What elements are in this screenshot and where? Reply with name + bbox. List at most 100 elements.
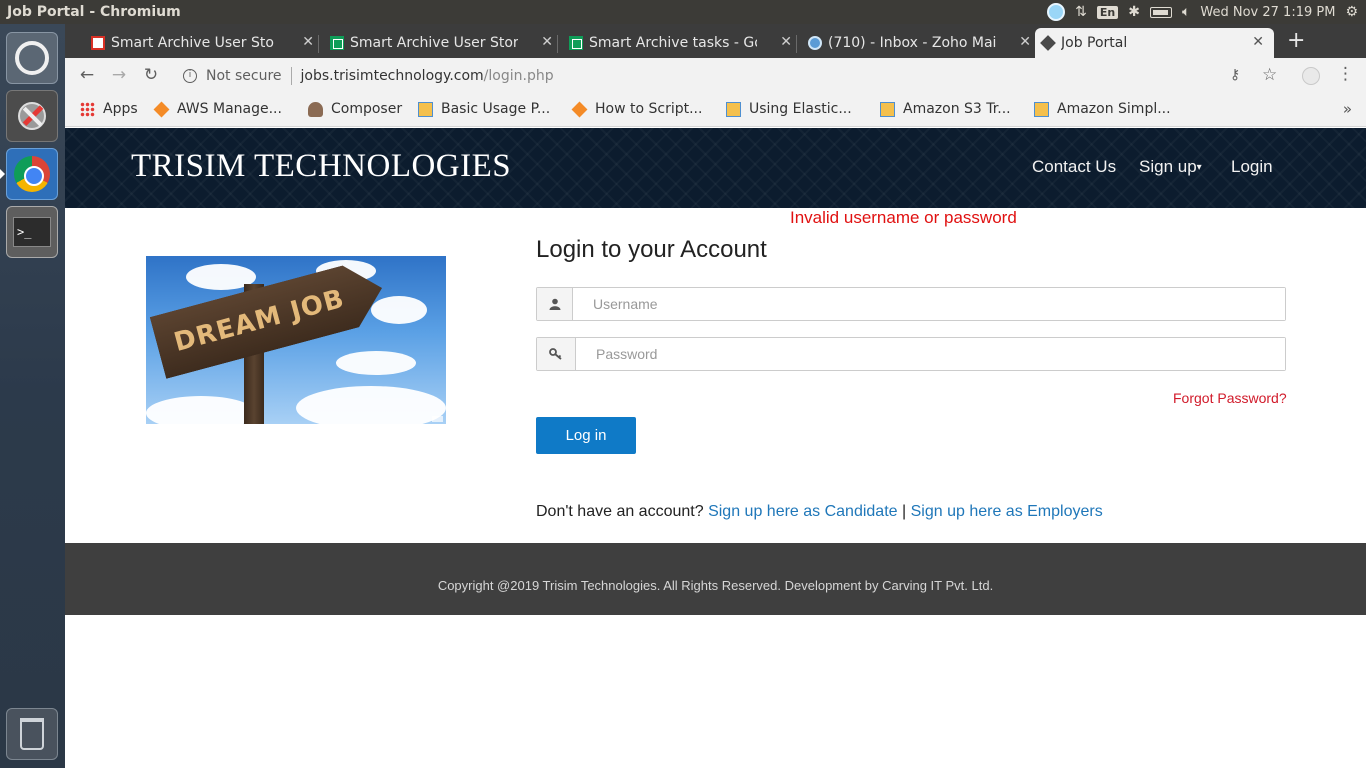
- tab-label: Smart Archive User Sto: [111, 35, 274, 51]
- site-footer: Copyright @2019 Trisim Technologies. All…: [65, 543, 1366, 615]
- ubuntu-logo-icon: [15, 41, 49, 75]
- tab-separator: [318, 35, 319, 53]
- info-icon[interactable]: i: [183, 69, 197, 83]
- system-top-panel: Job Portal - Chromium ⇅ En ✱ 🔈︎ Wed Nov …: [0, 0, 1366, 24]
- cloud-shape: [336, 351, 416, 375]
- browser-tab-strip: Smart Archive User Sto ✕ Smart Archive U…: [65, 24, 1366, 58]
- volume-icon[interactable]: 🔈︎: [1182, 4, 1190, 20]
- nav-login[interactable]: Login: [1231, 157, 1273, 177]
- image-watermark: [431, 416, 443, 422]
- bookmark-aws-manage[interactable]: AWS Manage...: [153, 101, 282, 117]
- bookmark-star-icon[interactable]: ☆: [1262, 65, 1277, 85]
- wrench-screwdriver-icon: [18, 102, 46, 130]
- system-gear-icon[interactable]: ⚙: [1345, 4, 1358, 20]
- tab-sheets-user-stories[interactable]: Smart Archive User Storie ✕: [324, 28, 563, 58]
- terminal-launcher[interactable]: >_: [6, 206, 58, 258]
- clock[interactable]: Wed Nov 27 1:19 PM: [1200, 5, 1335, 20]
- package-icon: [418, 101, 433, 117]
- forgot-password-link[interactable]: Forgot Password?: [1173, 390, 1287, 406]
- signup-prompt: Don't have an account? Sign up here as C…: [536, 503, 1103, 521]
- tab-zoho-mail[interactable]: (710) - Inbox - Zoho Mail (s ✕: [802, 28, 1041, 58]
- dream-job-image: DREAM JOB: [146, 256, 446, 424]
- address-bar[interactable]: i Not secure jobs.trisimtechnology.com /…: [175, 61, 1285, 91]
- sign-text: DREAM JOB: [170, 283, 348, 358]
- ubuntu-dash-button[interactable]: [6, 32, 58, 84]
- network-arrows-icon[interactable]: ⇅: [1075, 4, 1087, 20]
- bookmark-amazon-s3[interactable]: Amazon S3 Tr...: [880, 101, 1011, 117]
- skype-tray-icon[interactable]: [1047, 3, 1066, 21]
- aws-icon: [571, 101, 588, 117]
- bookmark-using-elastic[interactable]: Using Elastic...: [726, 101, 852, 117]
- cloud-shape: [371, 296, 427, 324]
- username-input[interactable]: [573, 288, 1285, 320]
- trash-icon: [20, 718, 44, 750]
- battery-icon[interactable]: [1149, 6, 1172, 18]
- bookmark-label: Using Elastic...: [749, 101, 852, 117]
- bluetooth-icon[interactable]: ✱: [1128, 4, 1140, 20]
- chromium-launcher[interactable]: [6, 148, 58, 200]
- password-input-group: [536, 337, 1286, 371]
- browser-toolbar: ← → ↻ i Not secure jobs.trisimtechnology…: [65, 58, 1366, 94]
- key-icon[interactable]: ⚷: [1230, 67, 1240, 83]
- bookmark-how-to-script[interactable]: How to Script...: [571, 101, 703, 117]
- tab-sheets-tasks[interactable]: Smart Archive tasks - Goo ✕: [563, 28, 802, 58]
- url-path[interactable]: /login.php: [484, 68, 554, 84]
- bookmark-label: Apps: [103, 101, 138, 117]
- tab-label: Smart Archive tasks - Goo: [589, 35, 757, 51]
- tab-separator: [557, 35, 558, 53]
- cube-icon: [1040, 35, 1056, 51]
- nav-contact-us[interactable]: Contact Us: [1032, 157, 1116, 177]
- forward-arrow-icon[interactable]: →: [108, 65, 130, 85]
- tab-label: Job Portal: [1061, 35, 1128, 51]
- active-app-indicator: [0, 169, 5, 179]
- url-host[interactable]: jobs.trisimtechnology.com: [301, 68, 484, 84]
- bookmark-basic-usage[interactable]: Basic Usage P...: [418, 101, 550, 117]
- apps-grid-icon: [80, 101, 95, 117]
- login-error-message: Invalid username or password: [790, 208, 1017, 227]
- aws-icon: [153, 101, 170, 117]
- copyright-text: Copyright @2019 Trisim Technologies. All…: [437, 578, 994, 593]
- trash-launcher[interactable]: [6, 708, 58, 760]
- site-header: TRISIM TECHNOLOGIES Contact Us Sign up▾ …: [65, 128, 1366, 208]
- nav-sign-up-dropdown[interactable]: Sign up▾: [1139, 157, 1202, 177]
- sheets-icon: [330, 36, 344, 50]
- bookmarks-overflow-button[interactable]: »: [1343, 100, 1352, 118]
- password-input[interactable]: [576, 338, 1285, 370]
- tab-close-icon[interactable]: ✕: [1019, 34, 1031, 50]
- tab-close-icon[interactable]: ✕: [302, 34, 314, 50]
- caret-down-icon: ▾: [1196, 162, 1202, 174]
- url-divider: [290, 67, 292, 85]
- keyboard-layout-indicator[interactable]: En: [1096, 5, 1119, 19]
- tab-close-icon[interactable]: ✕: [780, 34, 792, 50]
- package-icon: [1034, 101, 1049, 117]
- new-tab-button[interactable]: +: [1287, 28, 1305, 53]
- login-button[interactable]: Log in: [536, 417, 636, 454]
- bookmark-label: Basic Usage P...: [441, 101, 551, 117]
- site-logo[interactable]: TRISIM TECHNOLOGIES: [131, 148, 511, 185]
- composer-icon: [308, 101, 323, 117]
- bookmark-label: AWS Manage...: [177, 101, 282, 117]
- menu-dots-icon[interactable]: ⋮: [1337, 64, 1354, 84]
- tab-close-icon[interactable]: ✕: [541, 34, 553, 50]
- signup-employer-link[interactable]: Sign up here as Employers: [911, 503, 1103, 520]
- tab-close-icon[interactable]: ✕: [1252, 34, 1264, 50]
- chromium-icon: [14, 156, 50, 192]
- bookmarks-bar: Apps AWS Manage... Composer Basic Usage …: [65, 94, 1366, 127]
- signup-candidate-link[interactable]: Sign up here as Candidate: [708, 503, 897, 520]
- bookmark-apps[interactable]: Apps: [80, 101, 138, 117]
- back-arrow-icon[interactable]: ←: [76, 65, 98, 85]
- tab-gmail[interactable]: Smart Archive User Sto ✕: [85, 28, 324, 58]
- extension-icon[interactable]: [1302, 67, 1320, 85]
- bookmark-composer[interactable]: Composer: [308, 101, 402, 117]
- login-heading: Login to your Account: [536, 236, 767, 263]
- bookmark-label: Amazon S3 Tr...: [903, 101, 1011, 117]
- tab-job-portal[interactable]: Job Portal ✕: [1035, 28, 1274, 58]
- security-label[interactable]: Not secure: [206, 68, 282, 84]
- reload-icon[interactable]: ↻: [140, 65, 162, 85]
- system-settings-launcher[interactable]: [6, 90, 58, 142]
- bookmark-label: How to Script...: [595, 101, 703, 117]
- bookmark-amazon-simple[interactable]: Amazon Simpl...: [1034, 101, 1171, 117]
- window-title: Job Portal - Chromium: [7, 4, 181, 20]
- web-page: TRISIM TECHNOLOGIES Contact Us Sign up▾ …: [65, 128, 1366, 768]
- sheets-icon: [569, 36, 583, 50]
